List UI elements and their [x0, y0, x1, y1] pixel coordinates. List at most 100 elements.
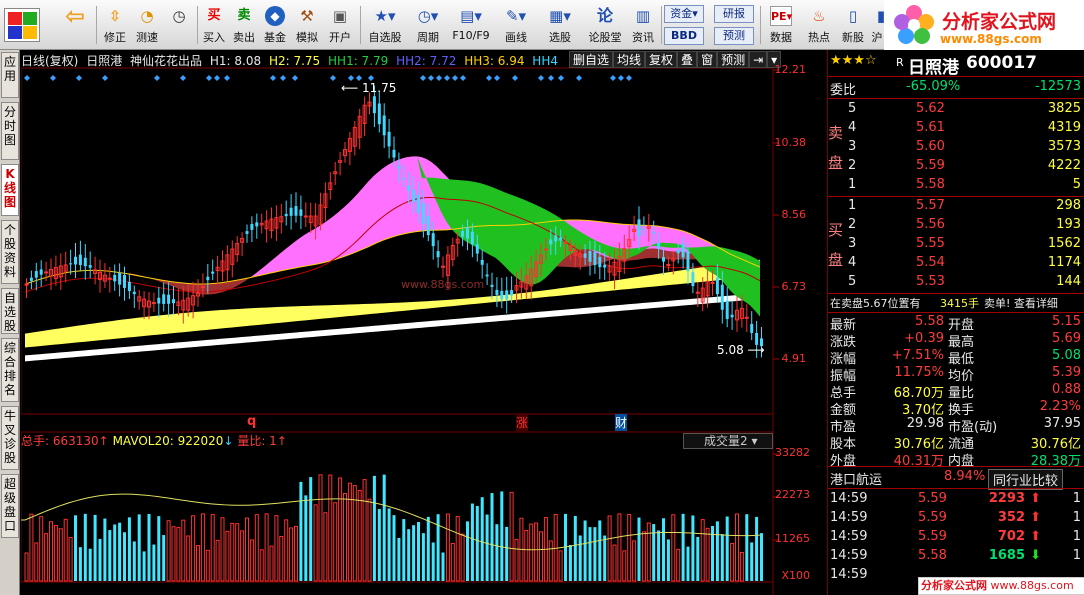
buy-level-row[interactable]: 2 5.56 193 — [828, 217, 1084, 236]
back-button[interactable]: ⇦ — [58, 2, 92, 48]
open-account-button[interactable]: ▣ 开户 — [324, 2, 356, 48]
buy-level-row[interactable]: 5 5.53 144 — [828, 274, 1084, 293]
buy-level-row[interactable]: 4 5.54 1174 — [828, 255, 1084, 274]
low-annotation: 5.08 ⟶ — [717, 343, 765, 357]
compare-industry-button[interactable]: 同行业比较 — [988, 469, 1064, 490]
period-button[interactable]: ◷▾ 周期 — [408, 2, 448, 48]
draw-line-button[interactable]: ✎▾ 画线 — [496, 2, 536, 48]
fund-button[interactable]: ◆ 基金 — [260, 2, 290, 48]
mavol20: MAVOL20: 922020 — [112, 434, 224, 448]
kline-chart-panel[interactable]: 日线(复权) 日照港 神仙花花出品 H1: 8.08 H2: 7.75 HH1:… — [21, 50, 826, 595]
bbd-label: BBD — [671, 29, 697, 42]
buy-volume: 144 — [1056, 274, 1081, 289]
kline-button-bar: 删自选 均线 复权 叠 窗 预测 ⇥ ▾ — [569, 51, 782, 68]
sell-level-row[interactable]: 2 5.59 4222 — [828, 158, 1084, 177]
tab-intraday[interactable]: 分时图 — [1, 102, 19, 160]
speed2-button[interactable]: ◷ — [164, 2, 194, 48]
footer-brand: 分析家公式网 www.88gs.com — [918, 577, 1084, 595]
tab-watchlist[interactable]: 自选股 — [1, 288, 19, 334]
event-mark-zhang[interactable]: 涨 — [516, 414, 529, 431]
up-arrow-icon: ⬆ — [1030, 529, 1041, 544]
event-mark-cai[interactable]: 财 — [615, 414, 628, 431]
scroll-right-icon[interactable]: ⇥ — [749, 51, 768, 68]
bbd-button[interactable]: BBD — [664, 27, 704, 45]
sell-level-row[interactable]: 5 5.62 3825 — [828, 101, 1084, 120]
buy-price: 5.56 — [916, 217, 945, 232]
tab-stock-profile[interactable]: 个股资料 — [1, 220, 19, 284]
tick-price: 5.59 — [918, 529, 947, 544]
select-stock-button[interactable]: ▦▾ 选股 — [540, 2, 580, 48]
notice-link[interactable]: 卖单! 查看详细 — [984, 295, 1058, 311]
sell-level-row[interactable]: 3 5.60 3573 — [828, 139, 1084, 158]
app-logo-icon[interactable] — [4, 8, 40, 42]
tick-time: 14:59 — [830, 491, 868, 506]
watchlist-button[interactable]: ★▾ 自选股 — [364, 2, 406, 48]
buy-button[interactable]: 买 买入 — [200, 2, 228, 48]
overlay-button[interactable]: 叠 — [677, 51, 698, 68]
fund-label: 基金 — [264, 31, 286, 44]
research-button[interactable]: 研报 — [714, 5, 754, 23]
forecast-button-chart[interactable]: 预测 — [717, 51, 750, 68]
buy-label: 买入 — [203, 31, 225, 44]
sh-label: 沪 — [871, 31, 883, 44]
buy-level-row[interactable]: 3 5.55 1562 — [828, 236, 1084, 255]
event-mark-q[interactable]: q — [247, 414, 256, 429]
hh4-value: HH4 — [532, 54, 558, 68]
sell-level: 5 — [848, 101, 857, 116]
left-tab-strip: 应用 分时图 K线图 个股资料 自选股 综合排名 牛叉诊股 超级盘口 — [0, 50, 20, 595]
sell-level-row[interactable]: 1 5.58 5 — [828, 177, 1084, 196]
sell-level: 2 — [848, 158, 857, 173]
forum-button[interactable]: 论 论股堂 — [584, 2, 626, 48]
sell-button[interactable]: 卖 卖出 — [230, 2, 258, 48]
sell-level: 3 — [848, 139, 857, 154]
ipo-button[interactable]: ▯ 新股 — [838, 2, 868, 48]
stat-row: 振幅 11.75% 均价 5.39 — [828, 365, 1084, 384]
vol-y-label-2: 22273 — [775, 488, 810, 501]
buy-icon: 买 — [207, 8, 221, 23]
ma-button[interactable]: 均线 — [613, 51, 646, 68]
buy-side-label: 买盘 — [828, 221, 844, 269]
stat-value-2: 5.15 — [1052, 314, 1081, 329]
tick-time: 14:59 — [830, 510, 868, 525]
sell-volume: 4222 — [1047, 158, 1081, 173]
data-button[interactable]: PE▾ 数据 — [764, 2, 798, 48]
buy-level-row[interactable]: 1 5.57 298 — [828, 198, 1084, 217]
stat-row: 涨幅 +7.51% 最低 5.08 — [828, 348, 1084, 367]
up-arrow-icon: ⬆ — [1030, 510, 1041, 525]
simulate-button[interactable]: ⚒ 模拟 — [292, 2, 322, 48]
tab-diagnosis[interactable]: 牛叉诊股 — [1, 406, 19, 470]
hot-icon: ♨ — [812, 7, 826, 25]
brand-url[interactable]: www.88gs.com — [940, 32, 1042, 46]
capital-button[interactable]: 资金▾ — [664, 5, 704, 23]
f10-button[interactable]: ▤▾ F10/F9 — [450, 2, 492, 48]
tab-kline[interactable]: K线图 — [1, 164, 19, 216]
select-stock-icon: ▦▾ — [549, 7, 571, 25]
notice-volume: 3415手 — [940, 297, 979, 310]
sector-name[interactable]: 港口航运 — [830, 469, 882, 488]
buy-price: 5.53 — [916, 274, 945, 289]
hot-button[interactable]: ♨ 热点 — [804, 2, 834, 48]
sell-volume: 3573 — [1047, 139, 1081, 154]
speed-test-button[interactable]: ◔ 测速 — [132, 2, 162, 48]
stat-value: 29.98 — [906, 416, 944, 431]
sell-level-row[interactable]: 4 5.61 4319 — [828, 120, 1084, 139]
window-button[interactable]: 窗 — [697, 51, 718, 68]
news-button[interactable]: ▥ 资讯 — [628, 2, 658, 48]
sh-button[interactable]: ▮ 沪 — [870, 2, 885, 48]
tick-price: 5.59 — [918, 491, 947, 506]
tick-volume: 702 — [997, 529, 1025, 544]
high-annotation: ⟵ 11.75 — [341, 81, 397, 95]
adjust-button[interactable]: 复权 — [645, 51, 678, 68]
y-label-4: 6.73 — [781, 280, 807, 293]
volume-ratio: 量比: 1 — [237, 434, 277, 448]
tab-ranking[interactable]: 综合排名 — [1, 338, 19, 402]
modify-button[interactable]: ⇳ 修正 — [100, 2, 130, 48]
h2-value: H2: 7.75 — [268, 54, 321, 68]
remove-watchlist-button[interactable]: 删自选 — [569, 51, 614, 68]
volume-select-label: 成交量2 — [704, 434, 748, 448]
tab-apps[interactable]: 应用 — [1, 52, 19, 98]
rating-stars: ★★★☆ — [830, 53, 877, 68]
tab-super-board[interactable]: 超级盘口 — [1, 474, 19, 538]
volume-indicator-select[interactable]: 成交量2 ▾ — [683, 433, 773, 449]
forecast-button[interactable]: 预测 — [714, 27, 754, 45]
